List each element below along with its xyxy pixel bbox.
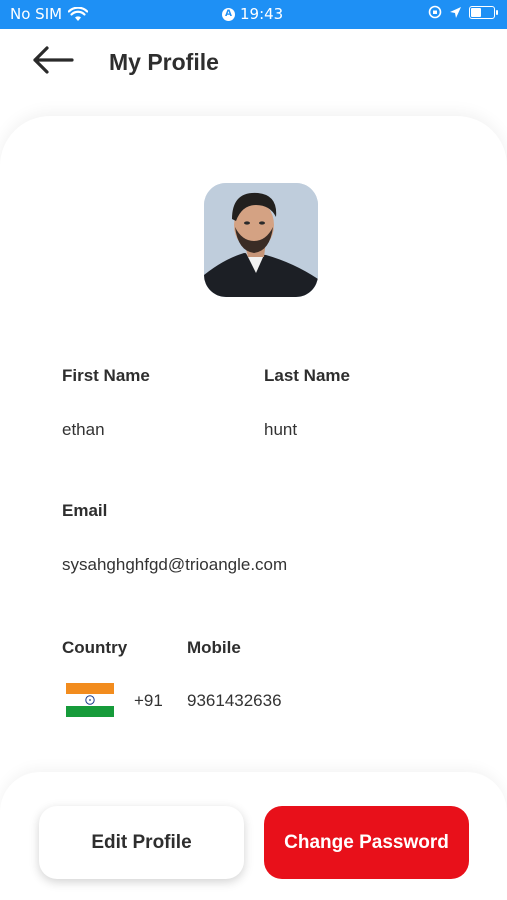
edit-profile-button[interactable]: Edit Profile: [39, 806, 244, 879]
navigation-arrow-icon: [450, 6, 461, 18]
status-time: 19:43: [240, 5, 284, 23]
battery-icon: [469, 5, 498, 19]
country-label: Country: [62, 638, 128, 657]
status-right: [428, 5, 498, 19]
change-password-button[interactable]: Change Password: [264, 806, 469, 879]
email-value: sysahghghfgd@trioangle.com: [62, 555, 288, 574]
location-icon: A: [222, 7, 235, 21]
mobile-value: 9361432636: [187, 691, 282, 710]
india-flag-icon: [66, 683, 114, 717]
header: My Profile: [0, 29, 507, 101]
page-title: My Profile: [109, 49, 219, 75]
status-left: No SIM: [10, 5, 89, 23]
status-center: A 19:43: [222, 5, 283, 23]
status-bar: No SIM A 19:43: [0, 0, 507, 29]
user-avatar[interactable]: [204, 183, 318, 297]
last-name-value: hunt: [264, 420, 298, 439]
last-name-label: Last Name: [264, 366, 350, 385]
wifi-icon: [68, 6, 89, 21]
orientation-lock-icon: [428, 5, 442, 19]
carrier-label: No SIM: [10, 5, 63, 23]
first-name-label: First Name: [62, 366, 150, 385]
avatar-portrait: [204, 183, 318, 297]
back-button[interactable]: [30, 45, 80, 79]
country-code-value: +91: [134, 691, 163, 710]
first-name-value: ethan: [62, 420, 105, 439]
mobile-label: Mobile: [187, 638, 241, 657]
back-arrow-icon: [33, 46, 74, 74]
email-label: Email: [62, 501, 108, 520]
